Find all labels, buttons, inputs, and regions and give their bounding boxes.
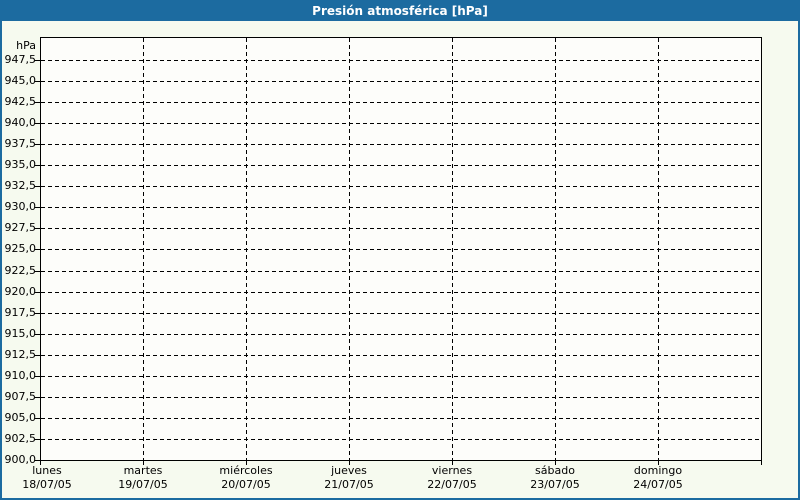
h-gridline: [41, 228, 761, 229]
h-gridline: [41, 123, 761, 124]
h-gridline: [41, 165, 761, 166]
y-tick-label: 902,5: [4, 432, 37, 445]
y-tick-label: 915,0: [4, 327, 37, 340]
h-gridline: [41, 102, 761, 103]
x-tick-day-label: sábado: [535, 464, 575, 477]
h-gridline: [41, 60, 761, 61]
y-tick-label: 930,0: [4, 200, 37, 213]
x-tick-day-label: miércoles: [219, 464, 273, 477]
h-gridline: [41, 334, 761, 335]
x-tick-day-label: domingo: [633, 464, 683, 477]
x-tick-date-label: 19/07/05: [118, 478, 168, 491]
x-tick-day-label: lunes: [32, 464, 62, 477]
y-tick-label: 920,0: [4, 285, 37, 298]
y-tick-label: 940,0: [4, 116, 37, 129]
x-tick-day-label: jueves: [331, 464, 367, 477]
y-tick-label: 927,5: [4, 221, 37, 234]
x-tick-date-label: 23/07/05: [530, 478, 580, 491]
chart-canvas: 947,5 945,0 942,5 940,0 937,5 935,0 932,5 930,0…: [2, 2, 798, 498]
y-axis-unit-label: hPa: [16, 39, 36, 52]
y-tick-label: 922,5: [4, 264, 37, 277]
v-gridline: [658, 38, 659, 460]
y-tick-label: 932,5: [4, 179, 37, 192]
h-gridline: [41, 376, 761, 377]
h-gridline: [41, 397, 761, 398]
h-gridline: [41, 355, 761, 356]
h-gridline: [41, 292, 761, 293]
y-tick-label: 907,5: [4, 390, 37, 403]
window: Presión atmosférica [hPa] 947,5 945,0 942,…: [0, 0, 800, 500]
x-tick-date-label: 21/07/05: [324, 478, 374, 491]
h-gridline: [41, 81, 761, 82]
h-gridline: [41, 186, 761, 187]
x-tick-day-label: martes: [123, 464, 163, 477]
h-gridline: [41, 313, 761, 314]
v-gridline: [555, 38, 556, 460]
h-gridline: [41, 439, 761, 440]
v-gridline: [349, 38, 350, 460]
h-gridline: [41, 144, 761, 145]
h-gridline: [41, 271, 761, 272]
v-gridline: [246, 38, 247, 460]
y-tick-label: 937,5: [4, 137, 37, 150]
y-tick-label: 945,0: [4, 74, 37, 87]
h-gridline: [41, 207, 761, 208]
v-gridline: [143, 38, 144, 460]
y-tick-label: 947,5: [4, 53, 37, 66]
y-tick-label: 912,5: [4, 348, 37, 361]
x-tick-date-label: 22/07/05: [427, 478, 477, 491]
x-tick-date-label: 24/07/05: [633, 478, 683, 491]
h-gridline: [41, 249, 761, 250]
y-tick-label: 935,0: [4, 158, 37, 171]
y-tick-label: 942,5: [4, 95, 37, 108]
v-gridline: [452, 38, 453, 460]
x-tick-mark: [761, 461, 762, 465]
y-tick-label: 925,0: [4, 242, 37, 255]
x-tick-date-label: 20/07/05: [221, 478, 271, 491]
y-tick-label: 910,0: [4, 369, 37, 382]
y-tick-label: 917,5: [4, 306, 37, 319]
y-tick-label: 905,0: [4, 411, 37, 424]
x-tick-day-label: viernes: [431, 464, 473, 477]
h-gridline: [41, 418, 761, 419]
x-tick-date-label: 18/07/05: [22, 478, 72, 491]
